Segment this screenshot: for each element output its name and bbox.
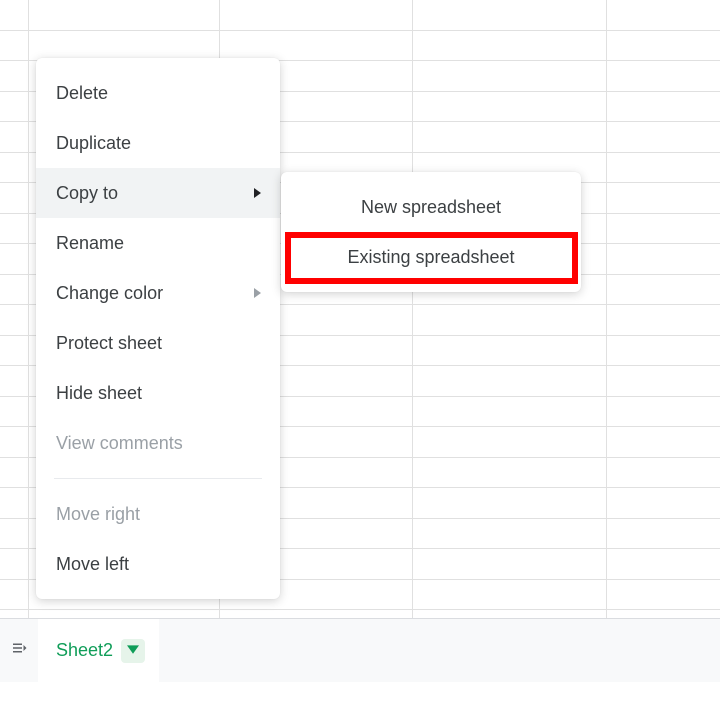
menu-item-label: Move left: [56, 554, 129, 575]
grid-row[interactable]: [0, 0, 720, 31]
grid-column-line: [412, 0, 413, 618]
chevron-right-icon: [252, 188, 262, 198]
all-sheets-icon: [10, 639, 28, 662]
menu-separator: [54, 478, 262, 479]
grid-row[interactable]: [0, 31, 720, 62]
chevron-right-icon: [252, 288, 262, 298]
menu-item-change-color[interactable]: Change color: [36, 268, 280, 318]
menu-item-label: View comments: [56, 433, 183, 454]
menu-item-label: Copy to: [56, 183, 118, 204]
menu-item-view-comments: View comments: [36, 418, 280, 468]
sheet-tab-active[interactable]: Sheet2: [38, 619, 159, 683]
submenu-item-label: New spreadsheet: [361, 197, 501, 218]
submenu-item-existing-spreadsheet[interactable]: Existing spreadsheet: [281, 232, 581, 282]
menu-item-label: Rename: [56, 233, 124, 254]
grid-column-line: [606, 0, 607, 618]
menu-item-copy-to[interactable]: Copy to: [36, 168, 280, 218]
sheet-tab-label: Sheet2: [56, 640, 113, 661]
all-sheets-button[interactable]: [0, 619, 38, 683]
sheet-tabs-bar: Sheet2: [0, 618, 720, 682]
menu-item-delete[interactable]: Delete: [36, 68, 280, 118]
copy-to-submenu: New spreadsheet Existing spreadsheet: [281, 172, 581, 292]
menu-item-label: Protect sheet: [56, 333, 162, 354]
triangle-down-icon: [127, 642, 139, 660]
menu-item-move-right: Move right: [36, 489, 280, 539]
menu-item-label: Hide sheet: [56, 383, 142, 404]
grid-column-line: [28, 0, 29, 618]
menu-item-label: Duplicate: [56, 133, 131, 154]
menu-item-move-left[interactable]: Move left: [36, 539, 280, 589]
menu-item-rename[interactable]: Rename: [36, 218, 280, 268]
sheet-tab-menu-button[interactable]: [121, 639, 145, 663]
menu-item-label: Change color: [56, 283, 163, 304]
menu-item-protect-sheet[interactable]: Protect sheet: [36, 318, 280, 368]
menu-item-hide-sheet[interactable]: Hide sheet: [36, 368, 280, 418]
submenu-item-new-spreadsheet[interactable]: New spreadsheet: [281, 182, 581, 232]
menu-item-label: Move right: [56, 504, 140, 525]
sheet-context-menu: Delete Duplicate Copy to Rename Change color…: [36, 58, 280, 599]
menu-item-label: Delete: [56, 83, 108, 104]
menu-item-duplicate[interactable]: Duplicate: [36, 118, 280, 168]
submenu-item-label: Existing spreadsheet: [347, 247, 514, 268]
